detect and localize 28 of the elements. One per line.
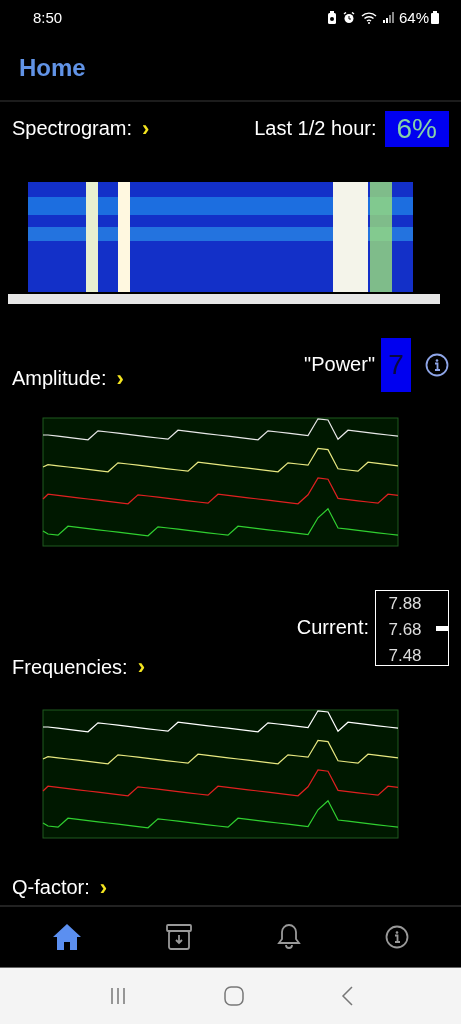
power-label: "Power" <box>304 353 375 376</box>
battery-level: 64% <box>398 9 429 26</box>
archive-icon[interactable] <box>166 924 193 950</box>
section-link[interactable]: Q-factor: › <box>12 874 108 901</box>
scale-value: 7.48 <box>388 644 422 665</box>
back-icon[interactable] <box>340 986 353 1006</box>
home-button-icon[interactable] <box>223 986 244 1006</box>
section-link[interactable]: Frequencies: › <box>12 654 145 681</box>
current-label: Current: <box>296 616 369 639</box>
recent-apps-icon[interactable] <box>108 987 127 1005</box>
bell-icon[interactable] <box>276 923 301 951</box>
percent-value: 6% <box>384 110 449 147</box>
info-icon[interactable] <box>384 925 409 949</box>
scale-value: 7.68 <box>388 618 422 641</box>
home-icon[interactable] <box>52 923 83 951</box>
section-link[interactable]: Spectrogram: › <box>12 115 150 142</box>
wifi-icon <box>360 11 377 24</box>
last-half-hour-label: Last 1/2 hour: <box>254 117 377 141</box>
page-title: Home <box>19 53 86 82</box>
alarm-icon <box>342 11 355 24</box>
battery-saver-icon <box>326 11 337 24</box>
scale-value: 7.88 <box>388 592 422 615</box>
signal-icon <box>382 12 394 23</box>
battery-icon <box>431 11 439 24</box>
power-value: 7 <box>381 337 411 392</box>
info-icon[interactable] <box>425 352 449 377</box>
clock-time: 8:50 <box>33 9 63 26</box>
section-link[interactable]: Amplitude: › <box>12 365 124 392</box>
